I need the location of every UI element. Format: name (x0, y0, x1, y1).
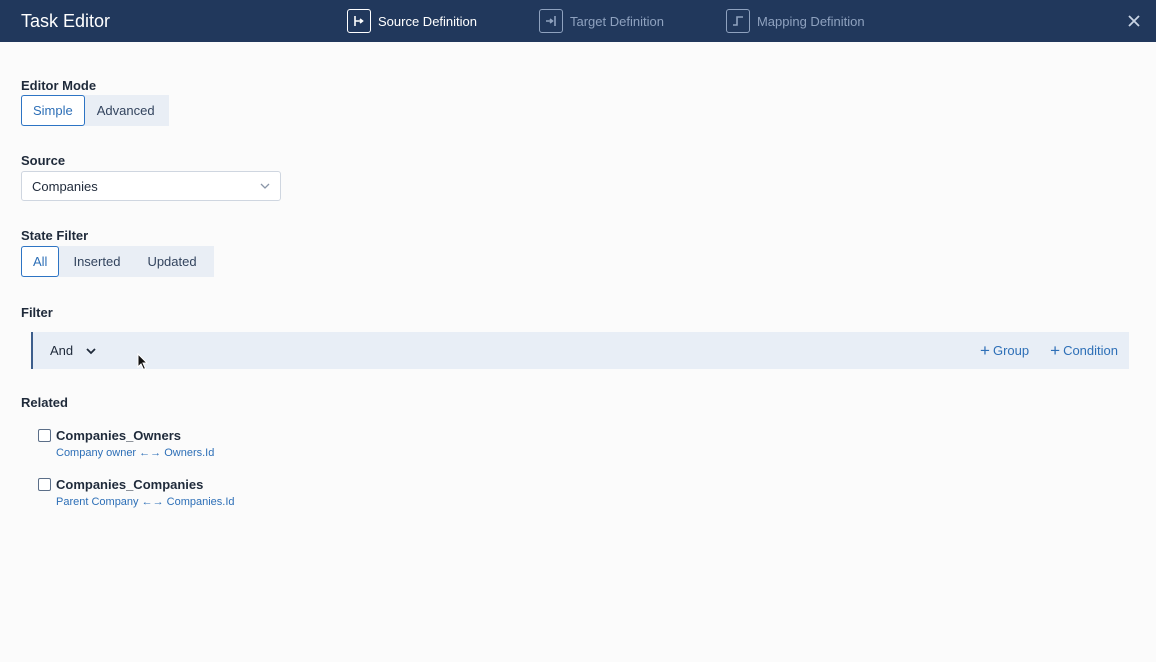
related-description: Parent Company ←→ Companies.Id (56, 496, 235, 508)
step-mapping-definition[interactable]: Mapping Definition (725, 0, 865, 42)
app-header: Task Editor Source Definition Target Def… (0, 0, 1156, 42)
filter-actions: + Group + Condition (980, 332, 1118, 369)
state-filter-updated[interactable]: Updated (134, 246, 209, 277)
app-title: Task Editor (21, 10, 111, 31)
editor-mode-advanced[interactable]: Advanced (85, 95, 167, 126)
related-checkbox[interactable] (38, 478, 51, 491)
plus-icon: + (1050, 341, 1061, 360)
state-filter-inserted[interactable]: Inserted (59, 246, 134, 277)
chevron-down-icon (86, 347, 96, 354)
wizard-steps: Source Definition Target Definition Mapp… (347, 0, 865, 42)
add-condition-button[interactable]: + Condition (1050, 342, 1118, 359)
related-name: Companies_Owners (56, 428, 181, 443)
source-label: Source (21, 153, 66, 168)
chevron-down-icon (260, 183, 270, 189)
related-checkbox[interactable] (38, 429, 51, 442)
filter-operator-value: And (50, 343, 74, 358)
step-label: Source Definition (378, 13, 477, 29)
add-group-button[interactable]: + Group (980, 342, 1029, 359)
filter-operator-select[interactable]: And (50, 343, 96, 358)
filter-group: And + Group + Condition (31, 332, 1129, 369)
state-filter-toggle: All Inserted Updated (21, 246, 214, 277)
step-label: Target Definition (570, 13, 664, 29)
mouse-pointer-icon (137, 353, 149, 371)
step-source-definition[interactable]: Source Definition (347, 0, 477, 42)
close-button[interactable] (1122, 9, 1146, 33)
plus-icon: + (980, 341, 990, 360)
step-target-definition[interactable]: Target Definition (539, 0, 664, 42)
add-group-label: Group (992, 343, 1030, 358)
step-label: Mapping Definition (756, 13, 865, 29)
related-item-companies-owners: Companies_Owners Company owner ←→ Owners… (38, 428, 214, 459)
state-filter-all[interactable]: All (21, 246, 60, 277)
editor-mode-label: Editor Mode (21, 78, 97, 93)
source-definition-icon (347, 9, 371, 33)
related-item-companies-companies: Companies_Companies Parent Company ←→ Co… (38, 477, 235, 508)
close-icon (1128, 15, 1140, 27)
editor-mode-simple[interactable]: Simple (21, 95, 85, 126)
related-name: Companies_Companies (56, 477, 204, 492)
source-select[interactable]: Companies (21, 171, 281, 201)
related-description: Company owner ←→ Owners.Id (56, 447, 215, 459)
filter-label: Filter (21, 305, 53, 320)
add-condition-label: Condition (1063, 343, 1118, 358)
mapping-definition-icon (725, 9, 750, 33)
related-label: Related (21, 395, 68, 410)
target-definition-icon (539, 9, 563, 33)
source-select-value: Companies (32, 178, 98, 194)
state-filter-label: State Filter (21, 228, 89, 243)
editor-mode-toggle: Simple Advanced (21, 95, 169, 126)
